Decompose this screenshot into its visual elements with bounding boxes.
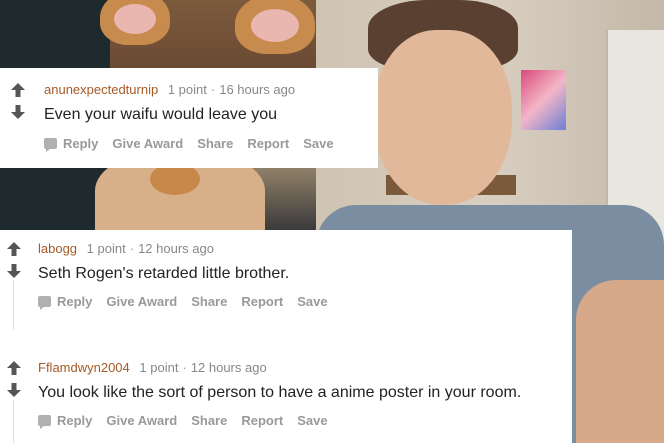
vote-arrows (10, 82, 26, 120)
give-award-button[interactable]: Give Award (106, 294, 177, 309)
comment-meta: anunexpectedturnip 1 point · 16 hours ago (44, 82, 295, 97)
comment-meta: labogg 1 point · 12 hours ago (38, 241, 214, 256)
save-button[interactable]: Save (297, 294, 327, 309)
reply-button[interactable]: Reply (63, 136, 98, 151)
thread-line[interactable] (13, 400, 14, 443)
dog-ear-filter-right (235, 0, 315, 54)
comment-author[interactable]: Fflamdwyn2004 (38, 360, 130, 375)
upvote-arrow-icon[interactable] (6, 360, 22, 376)
upvote-arrow-icon[interactable] (10, 82, 26, 98)
comment-card: labogg 1 point · 12 hours ago Seth Rogen's… (0, 230, 572, 330)
share-button[interactable]: Share (191, 413, 227, 428)
downvote-arrow-icon[interactable] (6, 263, 22, 279)
comment-time: 12 hours ago (190, 360, 267, 375)
comment-card: anunexpectedturnip 1 point · 16 hours ago … (0, 68, 378, 168)
comment-points: 1 point (86, 241, 126, 256)
share-button[interactable]: Share (197, 136, 233, 151)
wall-poster (521, 70, 566, 130)
separator-dot: · (129, 241, 135, 256)
give-award-button[interactable]: Give Award (106, 413, 177, 428)
downvote-arrow-icon[interactable] (6, 382, 22, 398)
separator-dot: · (210, 82, 216, 97)
comment-points: 1 point (139, 360, 179, 375)
vote-arrows (6, 241, 22, 279)
report-button[interactable]: Report (241, 413, 283, 428)
reply-icon (38, 415, 51, 429)
thread-line[interactable] (13, 280, 14, 330)
comment-author[interactable]: labogg (38, 241, 77, 256)
comment-time: 16 hours ago (219, 82, 296, 97)
dog-ear-filter-left (100, 0, 170, 45)
comment-body: Even your waifu would leave you (44, 106, 278, 123)
comment-time: 12 hours ago (138, 241, 214, 256)
comment-body: Seth Rogen's retarded little brother. (38, 265, 290, 282)
arm (576, 280, 664, 443)
comment-card: Fflamdwyn2004 1 point · 12 hours ago You l… (0, 330, 572, 443)
vote-arrows (6, 360, 22, 398)
downvote-arrow-icon[interactable] (10, 104, 26, 120)
separator-dot: · (182, 360, 187, 375)
save-button[interactable]: Save (303, 136, 333, 151)
comment-actions: Reply Give Award Share Report Save (44, 136, 348, 152)
reply-icon (38, 296, 51, 310)
comment-actions: Reply Give Award Share Report Save (38, 413, 342, 429)
give-award-button[interactable]: Give Award (112, 136, 183, 151)
save-button[interactable]: Save (297, 413, 327, 428)
report-button[interactable]: Report (247, 136, 289, 151)
share-button[interactable]: Share (191, 294, 227, 309)
head (374, 30, 512, 205)
report-button[interactable]: Report (241, 294, 283, 309)
comment-author[interactable]: anunexpectedturnip (44, 82, 158, 97)
comment-meta: Fflamdwyn2004 1 point · 12 hours ago (38, 360, 267, 375)
reply-button[interactable]: Reply (57, 413, 92, 428)
upvote-arrow-icon[interactable] (6, 241, 22, 257)
reply-icon (44, 138, 57, 152)
reply-button[interactable]: Reply (57, 294, 92, 309)
comment-actions: Reply Give Award Share Report Save (38, 294, 342, 310)
comment-body: You look like the sort of person to have… (38, 384, 522, 401)
comment-points: 1 point (167, 82, 207, 97)
